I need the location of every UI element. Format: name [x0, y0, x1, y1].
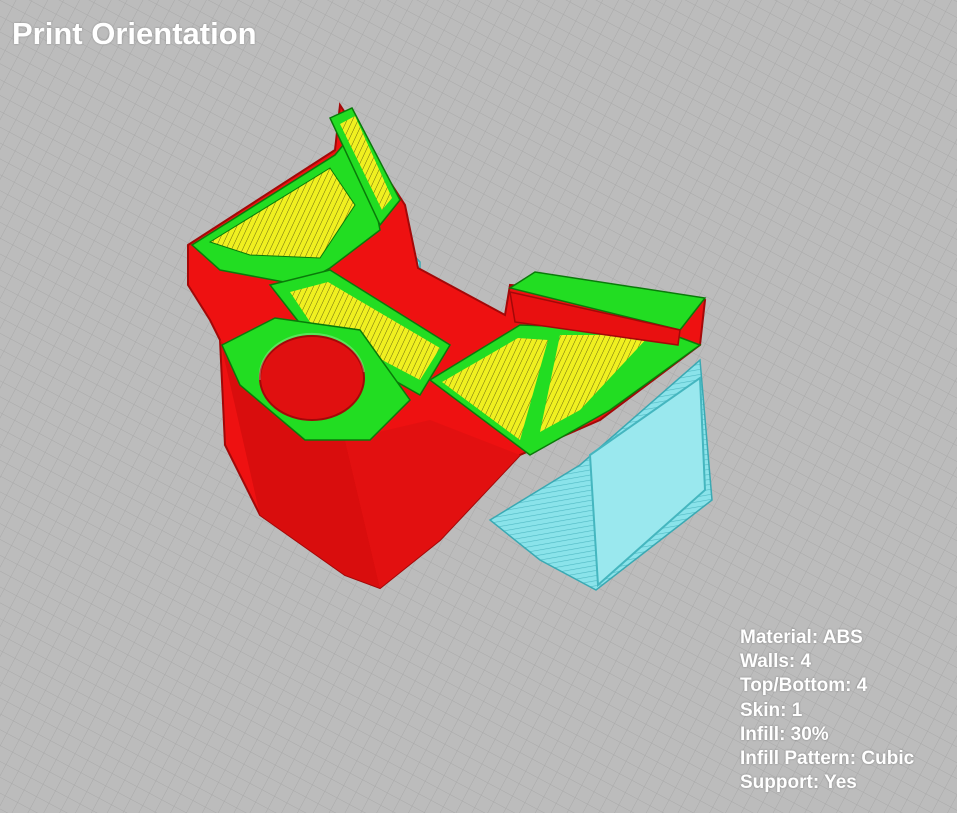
setting-top-bottom: Top/Bottom: 4 — [740, 675, 868, 697]
setting-walls: Walls: 4 — [740, 651, 812, 673]
setting-label: Top/Bottom — [740, 675, 846, 697]
setting-label: Skin — [740, 699, 781, 721]
setting-value: Cubic — [861, 748, 915, 770]
setting-infill: Infill: 30% — [740, 723, 829, 745]
setting-support: Support: Yes — [740, 772, 857, 794]
setting-value: 4 — [800, 651, 812, 673]
setting-value: Yes — [824, 772, 857, 794]
setting-label: Infill Pattern — [740, 748, 850, 770]
setting-value: 1 — [791, 699, 803, 721]
setting-label: Support — [740, 772, 813, 794]
setting-skin: Skin: 1 — [740, 699, 803, 721]
setting-label: Infill — [740, 723, 780, 745]
setting-material: Material: ABS — [740, 627, 863, 648]
setting-value: ABS — [822, 627, 863, 648]
setting-value: 30% — [790, 723, 829, 745]
page-title: Print Orientation — [12, 16, 257, 51]
setting-infill-pattern: Infill Pattern: Cubic — [740, 748, 915, 770]
setting-label: Material — [740, 627, 812, 648]
setting-label: Walls — [740, 651, 789, 673]
setting-value: 4 — [856, 675, 868, 697]
print-settings-panel: Material: ABS Walls: 4 Top/Bottom: 4 Ski… — [740, 626, 914, 795]
